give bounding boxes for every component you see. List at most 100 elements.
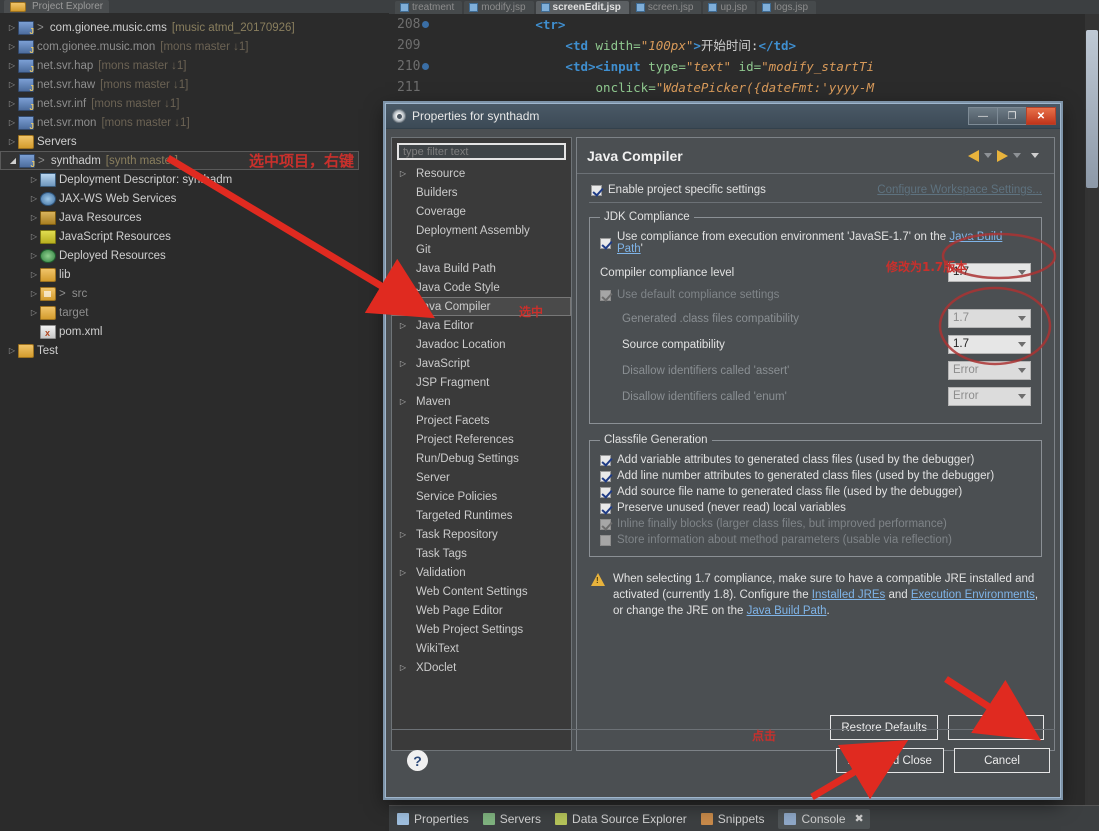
chevron-right-icon[interactable]: ▷	[6, 346, 18, 355]
chevron-right-icon[interactable]: ▷	[28, 308, 40, 317]
preferences-tree-item[interactable]: ▷ Validation	[392, 563, 571, 582]
preferences-tree-item[interactable]: Web Page Editor	[392, 601, 571, 620]
chevron-right-icon[interactable]: ▷	[396, 169, 410, 178]
minimize-button[interactable]: —	[968, 107, 998, 125]
bottom-view-tab[interactable]: Servers	[482, 812, 541, 826]
dialog-titlebar[interactable]: Properties for synthadm — ❐ ✕	[386, 104, 1060, 129]
project-tree-row[interactable]: ▷ net.svr.mon [mons master ↓1]	[0, 113, 389, 132]
configure-workspace-settings-link[interactable]: Configure Workspace Settings...	[877, 184, 1042, 196]
editor-tab[interactable]: screenEdit.jsp	[535, 0, 629, 14]
preferences-tree-list[interactable]: ▷ Resource Builders Coverage Deployment Asse…	[392, 164, 571, 677]
preferences-tree-item[interactable]: ▷ Java Compiler	[392, 297, 571, 316]
close-button[interactable]: ✕	[1026, 107, 1056, 125]
chevron-right-icon[interactable]: ▷	[396, 397, 410, 406]
editor-tab[interactable]: screen.jsp	[630, 0, 702, 14]
project-tree-row[interactable]: ▷ net.svr.haw [mons master ↓1]	[0, 75, 389, 94]
chevron-right-icon[interactable]: ▷	[396, 663, 410, 672]
preferences-tree-item[interactable]: ▷ Java Code Style	[392, 278, 571, 297]
chevron-right-icon[interactable]: ▷	[6, 61, 18, 70]
preferences-tree-item[interactable]: ▷ Maven	[392, 392, 571, 411]
preferences-tree-item[interactable]: Server	[392, 468, 571, 487]
project-tree-row[interactable]: ▷ net.svr.hap [mons master ↓1]	[0, 56, 389, 75]
bottom-view-tab[interactable]: Data Source Explorer	[555, 812, 687, 826]
project-tree-row[interactable]: pom.xml	[0, 322, 389, 341]
chevron-right-icon[interactable]: ▷	[396, 321, 410, 330]
tab-project-explorer[interactable]: Project Explorer	[4, 0, 110, 13]
checkbox-icon[interactable]	[600, 237, 611, 249]
forward-arrow-icon[interactable]	[997, 149, 1008, 162]
preferences-tree-item[interactable]: Service Policies	[392, 487, 571, 506]
chevron-right-icon[interactable]: ▷	[28, 270, 40, 279]
use-compliance-from-ee-checkbox[interactable]: Use compliance from execution environmen…	[600, 231, 1031, 255]
preferences-tree-item[interactable]: JSP Fragment	[392, 373, 571, 392]
chevron-right-icon[interactable]: ▷	[6, 80, 18, 89]
jdk-setting-combo[interactable]: 1.7	[948, 335, 1031, 354]
checkbox-icon[interactable]	[591, 184, 602, 196]
filter-input[interactable]: type filter text	[397, 143, 566, 160]
preferences-tree-item[interactable]: ▷ Resource	[392, 164, 571, 183]
help-button[interactable]: ?	[407, 750, 428, 771]
project-explorer-tree[interactable]: ▷ > com.gionee.music.cms [music atmd_20170…	[0, 14, 389, 831]
project-tree-row[interactable]: ▷ JavaScript Resources	[0, 227, 389, 246]
project-tree-row[interactable]: ▷ Deployment Descriptor: synthadm	[0, 170, 389, 189]
use-default-compliance-checkbox[interactable]: Use default compliance settings	[600, 289, 1031, 301]
editor-vertical-scrollbar[interactable]	[1085, 14, 1099, 805]
chevron-right-icon[interactable]: ▷	[6, 23, 18, 32]
preferences-tree-item[interactable]: Deployment Assembly	[392, 221, 571, 240]
preferences-tree-item[interactable]: ▷ Java Editor	[392, 316, 571, 335]
preferences-tree-item[interactable]: Javadoc Location	[392, 335, 571, 354]
editor-tab[interactable]: modify.jsp	[464, 0, 534, 14]
chevron-right-icon[interactable]: ▷	[396, 359, 410, 368]
preferences-tree-item[interactable]: Task Tags	[392, 544, 571, 563]
scrollbar-thumb[interactable]	[1086, 29, 1098, 188]
chevron-right-icon[interactable]: ▷	[28, 251, 40, 260]
apply-and-close-button[interactable]: Apply and Close	[836, 748, 944, 773]
chevron-right-icon[interactable]: ▷	[6, 42, 18, 51]
preferences-tree-item[interactable]: Web Project Settings	[392, 620, 571, 639]
chevron-right-icon[interactable]: ▷	[28, 194, 40, 203]
bottom-view-tab[interactable]: Properties	[397, 812, 469, 826]
project-tree-row[interactable]: ▷ Deployed Resources	[0, 246, 389, 265]
preferences-tree-item[interactable]: Targeted Runtimes	[392, 506, 571, 525]
preferences-tree-item[interactable]: Builders	[392, 183, 571, 202]
chevron-right-icon[interactable]: ▷	[28, 175, 40, 184]
bottom-view-tabbar[interactable]: Properties Servers Data Source Explorer Sni…	[389, 805, 1099, 831]
chevron-right-icon[interactable]: ▷	[6, 137, 18, 146]
installed-jres-link[interactable]: Installed JREs	[812, 589, 886, 601]
project-tree-row[interactable]: ◢ > synthadm [synth master]	[0, 151, 359, 170]
preferences-tree-item[interactable]: Coverage	[392, 202, 571, 221]
execution-environments-link[interactable]: Execution Environments	[911, 589, 1035, 601]
project-tree-row[interactable]: ▷ Servers	[0, 132, 389, 151]
classfile-option[interactable]: Add source file name to generated class …	[600, 486, 1031, 498]
project-tree-row[interactable]: ▷ Test	[0, 341, 389, 360]
project-tree-row[interactable]: ▷ net.svr.inf [mons master ↓1]	[0, 94, 389, 113]
project-tree-row[interactable]: ▷ > com.gionee.music.cms [music atmd_20170…	[0, 18, 389, 37]
chevron-right-icon[interactable]: ▷	[28, 232, 40, 241]
forward-history-chevron-down-icon[interactable]	[1013, 153, 1021, 158]
editor-tab[interactable]: up.jsp	[703, 0, 756, 14]
preferences-tree-item[interactable]: ▷ JavaScript	[392, 354, 571, 373]
preferences-tree-item[interactable]: Git	[392, 240, 571, 259]
back-history-chevron-down-icon[interactable]	[984, 153, 992, 158]
bottom-view-tab[interactable]: Console ✖	[778, 808, 870, 829]
chevron-right-icon[interactable]: ▷	[28, 213, 40, 222]
preferences-tree-item[interactable]: ▷ XDoclet	[392, 658, 571, 677]
chevron-right-icon[interactable]: ▷	[6, 118, 18, 127]
maximize-button[interactable]: ❐	[997, 107, 1027, 125]
chevron-right-icon[interactable]: ▷	[396, 530, 410, 539]
enable-project-specific-checkbox[interactable]: Enable project specific settings	[591, 184, 766, 196]
java-build-path-link-2[interactable]: Java Build Path	[747, 605, 827, 617]
fold-marker-icon[interactable]	[422, 63, 430, 70]
compliance-level-combo[interactable]: 1.7	[948, 263, 1031, 282]
preferences-tree-item[interactable]: Project Facets	[392, 411, 571, 430]
classfile-option[interactable]: Add variable attributes to generated cla…	[600, 454, 1031, 466]
preferences-tree-item[interactable]: WikiText	[392, 639, 571, 658]
editor-tab[interactable]: treatment	[395, 0, 463, 14]
preferences-tree-item[interactable]: ▷ Task Repository	[392, 525, 571, 544]
editor-tab[interactable]: logs.jsp	[757, 0, 817, 14]
cancel-button[interactable]: Cancel	[954, 748, 1050, 773]
back-arrow-icon[interactable]	[968, 149, 979, 162]
preferences-tree-item[interactable]: Project References	[392, 430, 571, 449]
classfile-option[interactable]: Preserve unused (never read) local varia…	[600, 502, 1031, 514]
page-menu-chevron-down-icon[interactable]	[1031, 153, 1039, 158]
